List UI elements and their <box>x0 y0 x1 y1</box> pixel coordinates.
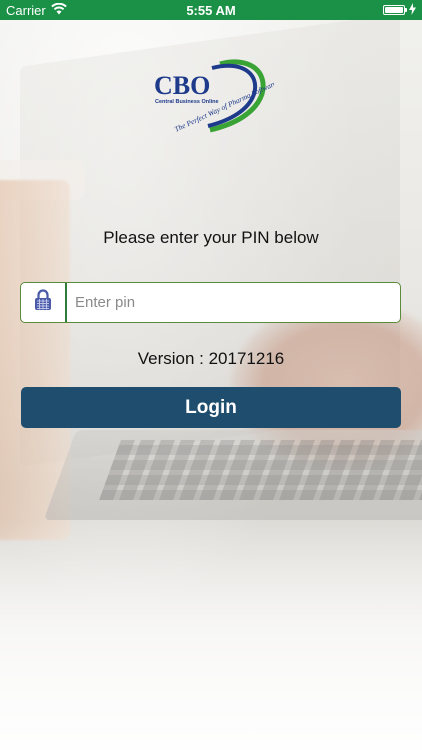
status-right <box>383 2 416 18</box>
version-label: Version : 20171216 <box>137 349 285 368</box>
battery-icon <box>383 5 407 15</box>
cbo-logo: CBO Central Business Online The Perfect … <box>150 54 278 138</box>
status-time: 5:55 AM <box>186 2 236 18</box>
keyboard-illustration <box>99 440 422 500</box>
status-left: Carrier <box>6 2 67 18</box>
pin-input[interactable] <box>67 282 400 323</box>
login-button[interactable]: Login <box>21 387 401 428</box>
charging-icon <box>409 2 416 18</box>
carrier-label: Carrier <box>6 2 46 18</box>
status-bar: Carrier 5:55 AM <box>0 0 422 20</box>
pin-prompt: Please enter your PIN below <box>103 228 319 247</box>
logo-subtitle: Central Business Online <box>155 99 219 105</box>
background-fade <box>0 520 422 750</box>
wifi-icon <box>50 2 67 18</box>
lock-icon <box>34 289 52 316</box>
pin-field[interactable] <box>20 282 401 323</box>
logo-wordmark: CBO <box>154 71 210 100</box>
lock-icon-wrap <box>21 283 67 322</box>
battery-level <box>385 7 403 13</box>
